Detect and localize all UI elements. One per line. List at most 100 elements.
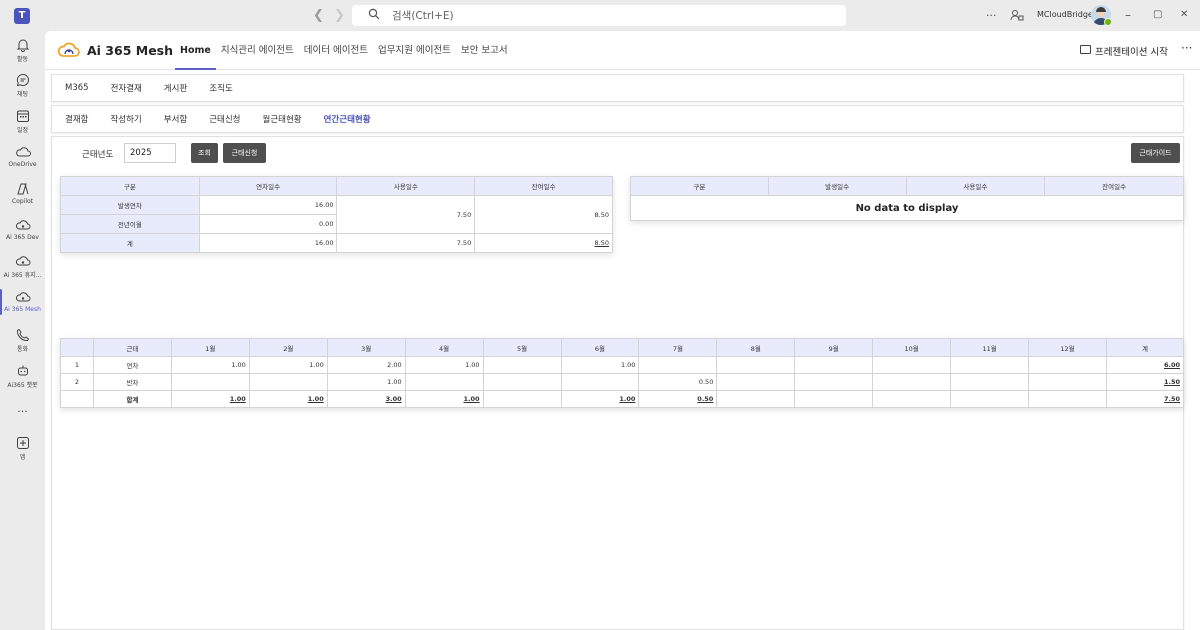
month-total-link[interactable]: 3.00 (386, 395, 402, 403)
table-header: 구분 (60, 176, 200, 196)
tab-security-report[interactable]: 보안 보고서 (456, 31, 513, 70)
month-total-link[interactable]: 1.00 (619, 395, 635, 403)
rail-item-onedrive[interactable]: OneDrive (0, 145, 45, 168)
rail-item-ai365-dev[interactable]: Ai 365 Dev (0, 218, 45, 241)
table-header: 5월 (482, 338, 562, 357)
month-cell: 1.00 (248, 390, 328, 408)
year-input[interactable]: 2025 (124, 143, 176, 163)
row-total-link[interactable]: 1.50 (1164, 378, 1180, 386)
rail-item-copilot[interactable]: Copilot (0, 182, 45, 205)
rail-item-calls[interactable]: 통화 (0, 328, 45, 353)
row-number (60, 390, 94, 408)
month-cell (638, 356, 718, 374)
submenu-annual-attendance[interactable]: 연간근태현황 (324, 113, 371, 125)
cell-value: 8.50 (474, 195, 613, 234)
tab-knowledge-agent[interactable]: 지식관리 에이전트 (216, 31, 299, 70)
table-header: 10월 (872, 338, 952, 357)
more-icon: ··· (17, 405, 28, 418)
maximize-button[interactable]: ▢ (1153, 9, 1162, 20)
table-header: 잔여일수 (474, 176, 613, 196)
phone-icon (16, 328, 29, 342)
month-cell (872, 390, 952, 408)
month-cell (794, 373, 874, 391)
organization-icon[interactable] (1010, 8, 1024, 22)
user-name: MCloudBridge (1037, 10, 1093, 19)
app-name: Ai 365 Mesh (87, 43, 174, 58)
tab-data-agent[interactable]: 데이터 에이전트 (299, 31, 373, 70)
start-presentation-button[interactable]: 프레젠테이션 시작 (1095, 44, 1168, 58)
minimize-button[interactable]: – (1125, 8, 1131, 22)
month-cell (170, 373, 250, 391)
tab-home[interactable]: Home (175, 31, 216, 70)
search-box[interactable]: 검색(Ctrl+E) (352, 5, 846, 26)
ai365-icon (15, 292, 30, 302)
submenu-compose[interactable]: 작성하기 (110, 113, 141, 125)
app-content: Ai 365 Mesh Home 지식관리 에이전트 데이터 에이전트 업무지원… (45, 31, 1200, 630)
close-button[interactable]: ✕ (1180, 9, 1188, 20)
month-cell (716, 390, 796, 408)
month-cell: 2.00 (326, 356, 406, 374)
row-type: 합계 (92, 390, 172, 408)
row-total-link[interactable]: 7.50 (1164, 395, 1180, 403)
rail-item-apps[interactable]: 앱 (0, 436, 45, 461)
month-cell: 1.00 (560, 390, 640, 408)
header-more-icon[interactable]: ··· (1181, 41, 1192, 55)
attendance-content: 근태년도 2025 조회 근태신청 근태가이드 구분 연차일수 사용일수 잔여일… (51, 136, 1185, 630)
table-row: 2 반차 1.00 0.50 1.50 (60, 373, 1185, 391)
rail-item-calendar[interactable]: 일정 (0, 109, 45, 134)
submenu-attendance-request[interactable]: 근태신청 (209, 113, 240, 125)
app-rail: 활동 채팅 일정 OneDrive Copilot Ai 365 Dev Ai … (0, 31, 45, 630)
month-cell (716, 356, 796, 374)
month-total-link[interactable]: 1.00 (464, 395, 480, 403)
annual-leave-summary-table: 구분 연차일수 사용일수 잔여일수 발생연차 16.00 7.50 8.50 전… (60, 176, 613, 253)
submenu-monthly-attendance[interactable]: 월근태현황 (263, 113, 302, 125)
table-header: 1월 (170, 338, 250, 357)
back-icon[interactable]: ❮ (313, 8, 324, 23)
bell-icon (16, 39, 29, 52)
cell-value: 7.50 (336, 233, 476, 253)
cell-value: 16.00 (198, 195, 338, 215)
forward-icon[interactable]: ❯ (334, 8, 345, 23)
month-total-link[interactable]: 0.50 (697, 395, 713, 403)
menu-org-chart[interactable]: 조직도 (209, 82, 232, 94)
submenu-dept-box[interactable]: 부서함 (164, 113, 187, 125)
attendance-request-button[interactable]: 근태신청 (223, 143, 266, 163)
rail-more-apps[interactable]: ··· (0, 403, 45, 418)
cloud-icon (15, 147, 31, 157)
menu-m365[interactable]: M365 (65, 83, 89, 93)
menu-board[interactable]: 게시판 (164, 82, 187, 94)
menu-approval[interactable]: 전자결재 (111, 82, 142, 94)
table-header: 9월 (794, 338, 874, 357)
more-options-icon[interactable]: ··· (986, 0, 997, 31)
table-header: 2월 (248, 338, 328, 357)
month-cell: 1.00 (560, 356, 640, 374)
month-total-link[interactable]: 1.00 (230, 395, 246, 403)
month-cell (872, 373, 952, 391)
ai365-icon (15, 220, 30, 230)
search-button[interactable]: 조회 (191, 143, 218, 163)
leave-detail-table: 구분 발생일수 사용일수 잔여일수 No data to display (630, 176, 1184, 221)
remaining-total-link[interactable]: 8.50 (595, 239, 609, 247)
sub-menu: 결재함 작성하기 부서함 근태신청 월근태현황 연간근태현황 (51, 105, 1184, 133)
month-total-link[interactable]: 1.00 (308, 395, 324, 403)
row-total-cell: 6.00 (1105, 356, 1185, 374)
month-cell (482, 356, 562, 374)
add-app-icon (16, 437, 29, 449)
app-header: Ai 365 Mesh Home 지식관리 에이전트 데이터 에이전트 업무지원… (45, 31, 1200, 70)
row-total-link[interactable]: 6.00 (1164, 361, 1180, 369)
rail-item-ai365-chatbot[interactable]: Ai365 챗봇 (0, 364, 45, 389)
month-cell: 1.00 (170, 390, 250, 408)
row-type: 연차 (92, 356, 172, 374)
rail-item-chat[interactable]: 채팅 (0, 73, 45, 98)
rail-item-ai365-vacation[interactable]: Ai 365 휴지... (0, 254, 45, 279)
attendance-guide-button[interactable]: 근태가이드 (1131, 143, 1180, 163)
month-cell (248, 373, 328, 391)
rail-item-activity[interactable]: 활동 (0, 38, 45, 63)
tab-work-support-agent[interactable]: 업무지원 에이전트 (373, 31, 456, 70)
rail-item-ai365-mesh[interactable]: Ai 365 Mesh (0, 290, 45, 313)
ai365-mesh-logo-icon (58, 42, 80, 57)
submenu-approval-box[interactable]: 결재함 (65, 113, 88, 125)
table-header: 4월 (404, 338, 484, 357)
month-cell (794, 390, 874, 408)
title-bar: T ❮ ❯ 검색(Ctrl+E) ··· MCloudBridge – ▢ ✕ (0, 0, 1200, 31)
